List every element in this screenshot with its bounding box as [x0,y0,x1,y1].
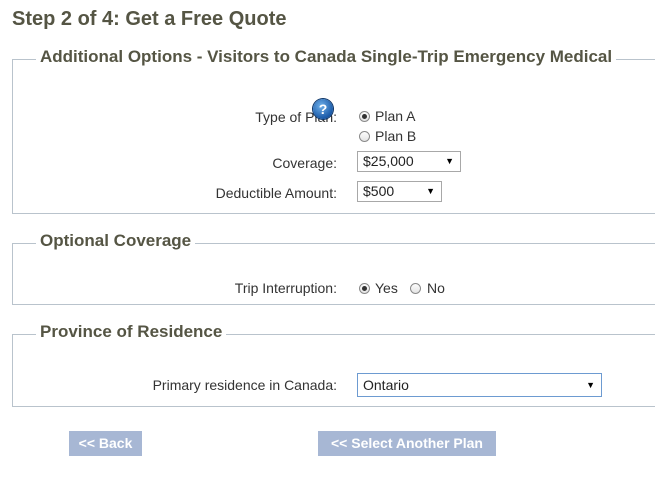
optional-coverage-section: Optional Coverage Trip Interruption: Yes… [12,231,655,305]
select-another-plan-button[interactable]: << Select Another Plan [318,431,496,456]
plan-a-label[interactable]: Plan A [375,108,415,124]
coverage-select[interactable]: $25,000 ▼ [357,151,461,172]
residence-label: Primary residence in Canada: [152,377,337,393]
plan-b-radio[interactable] [359,131,370,142]
residence-value: Ontario [363,377,409,393]
trip-interruption-no-label[interactable]: No [427,280,445,296]
optional-coverage-legend: Optional Coverage [36,231,196,251]
back-button[interactable]: << Back [69,431,142,456]
coverage-value: $25,000 [363,153,414,169]
page-title: Step 2 of 4: Get a Free Quote [12,8,287,30]
additional-options-section: Additional Options - Visitors to Canada … [12,47,655,214]
province-section: Province of Residence Primary residence … [12,322,655,407]
deductible-value: $500 [363,183,395,199]
province-legend: Province of Residence [36,322,227,342]
question-help-icon[interactable]: ? [313,99,333,119]
deductible-select[interactable]: $500 ▼ [357,181,442,202]
deductible-label: Deductible Amount: [215,185,337,201]
trip-interruption-yes-radio[interactable] [359,283,370,294]
residence-select[interactable]: Ontario ▼ [357,373,602,397]
chevron-down-icon: ▼ [586,380,595,390]
plan-a-radio[interactable] [359,111,370,122]
additional-options-legend: Additional Options - Visitors to Canada … [36,47,617,67]
trip-interruption-no-radio[interactable] [410,283,421,294]
chevron-down-icon: ▼ [445,156,454,166]
trip-interruption-yes-label[interactable]: Yes [375,280,398,296]
chevron-down-icon: ▼ [426,186,435,196]
plan-b-label[interactable]: Plan B [375,128,416,144]
coverage-label: Coverage: [272,155,337,171]
trip-interruption-label: Trip Interruption: [234,280,337,296]
